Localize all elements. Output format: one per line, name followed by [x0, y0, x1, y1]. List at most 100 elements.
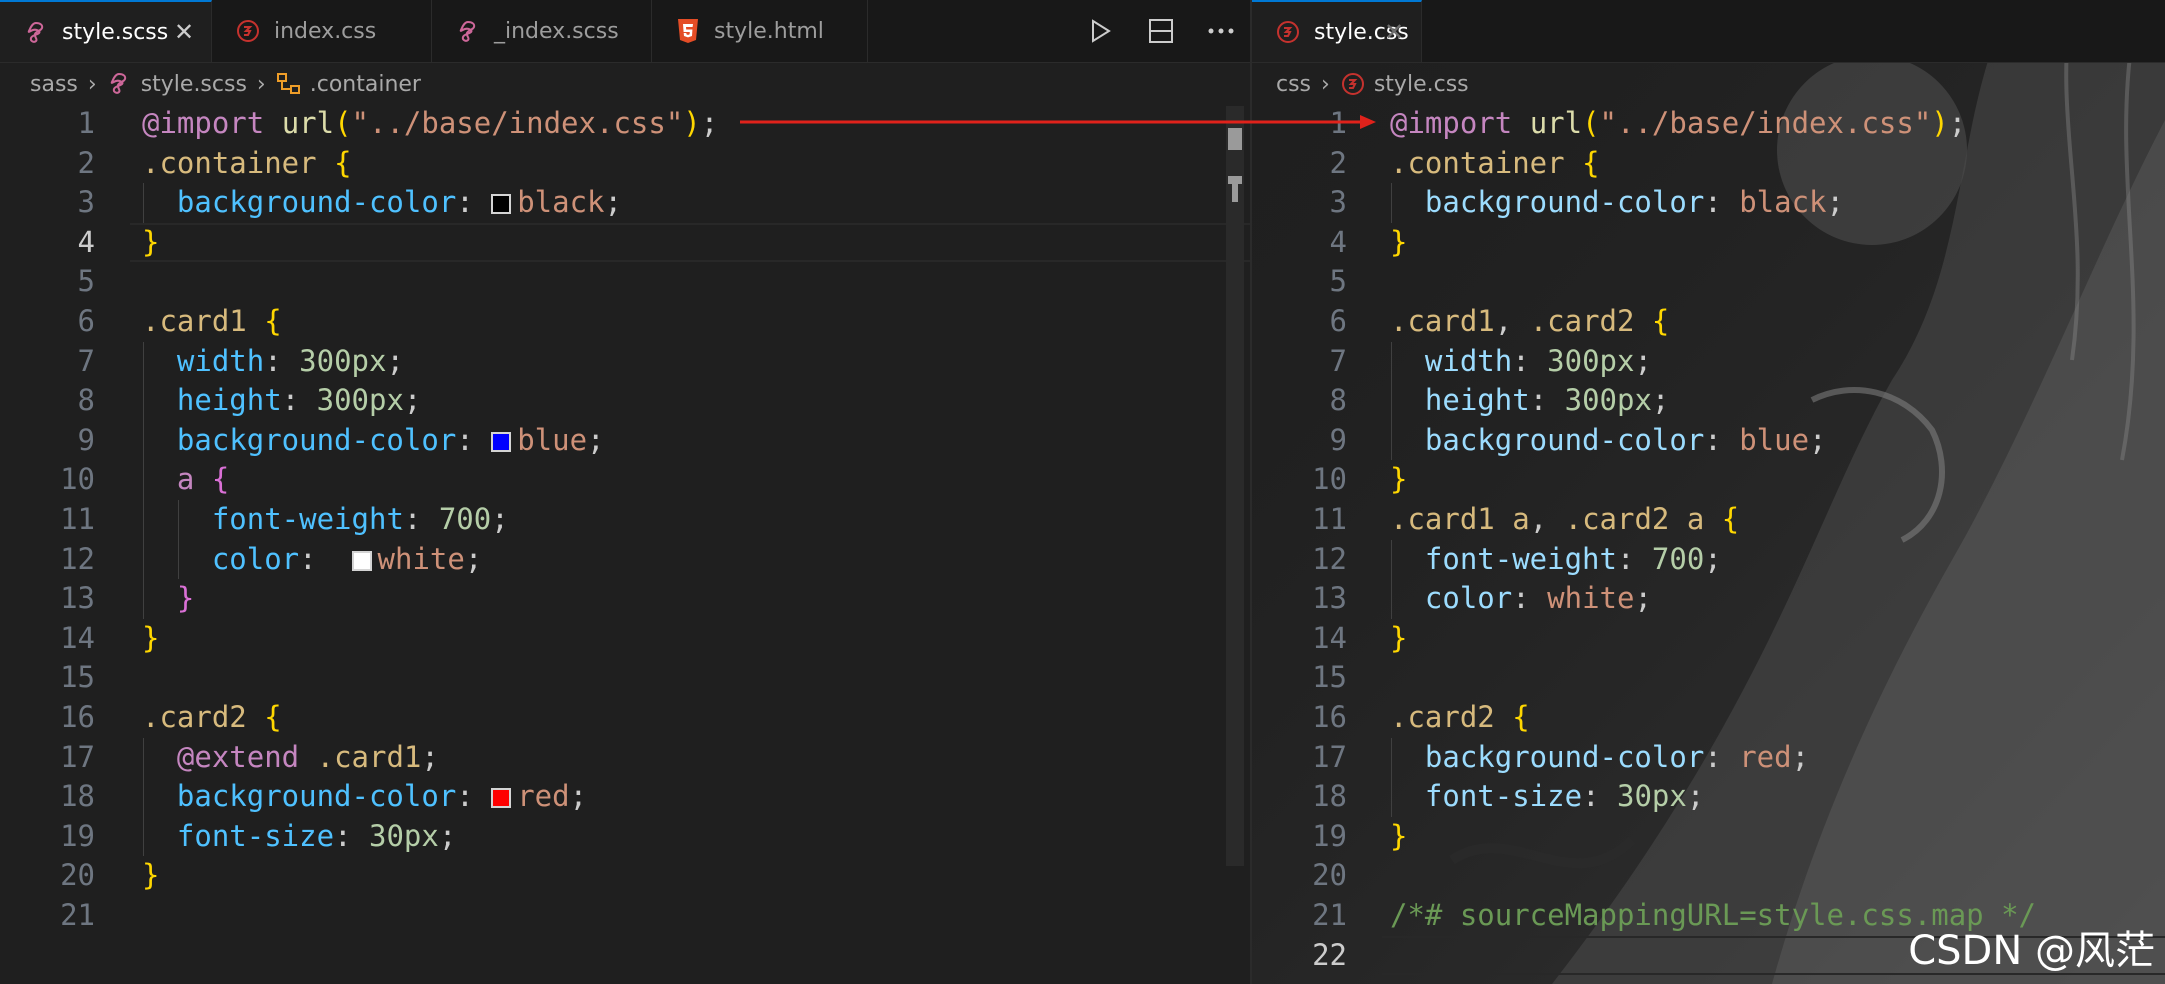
- code-line[interactable]: 10}: [1252, 460, 2165, 500]
- code-token: 30px: [1616, 779, 1687, 814]
- line-number: 4: [1329, 224, 1347, 259]
- breadcrumb-item[interactable]: .container: [310, 72, 421, 97]
- code-line[interactable]: 21: [0, 896, 1250, 936]
- tab-label: index.css: [274, 18, 377, 44]
- code-line[interactable]: 13 }: [0, 579, 1250, 619]
- tab-index-css[interactable]: index.css: [212, 0, 432, 62]
- split-editor-icon[interactable]: [1144, 14, 1178, 48]
- code-text: }: [1390, 460, 1407, 500]
- line-number: 15: [1312, 660, 1347, 695]
- code-line[interactable]: 15: [0, 658, 1250, 698]
- code-line[interactable]: 16 .card2 {: [0, 698, 1250, 738]
- code-line[interactable]: 17 @extend .card1;: [0, 738, 1250, 778]
- color-swatch[interactable]: [351, 550, 372, 571]
- line-number: 9: [77, 422, 95, 457]
- code-line[interactable]: 2 .container {: [0, 144, 1250, 184]
- close-icon[interactable]: ✕: [1381, 19, 1407, 45]
- code-token: :: [1582, 779, 1617, 814]
- code-token: @import: [1390, 106, 1513, 140]
- sass-icon: [22, 18, 50, 46]
- breadcrumb-item[interactable]: style.scss: [141, 72, 247, 97]
- code-token: .card1: [316, 739, 422, 774]
- code-text: background-color: black;: [142, 183, 622, 223]
- code-token: 300px: [1564, 383, 1652, 418]
- code-token: a: [1686, 502, 1705, 536]
- code-text: a {: [142, 460, 229, 500]
- tab-style-html[interactable]: style.html: [652, 0, 868, 62]
- line-number: 18: [60, 779, 95, 814]
- color-swatch[interactable]: [491, 194, 512, 215]
- code-line[interactable]: 17 background-color: red;: [1252, 738, 2165, 778]
- code-token: font-weight: [1424, 541, 1617, 576]
- code-line[interactable]: 4}: [1252, 223, 2165, 263]
- code-editor-scss[interactable]: 1 @import url("../base/index.css"); 2 .cont…: [0, 104, 1250, 984]
- color-swatch[interactable]: [491, 431, 512, 452]
- tab-style-css[interactable]: style.css ✕: [1252, 0, 1422, 62]
- code-line[interactable]: 19}: [1252, 817, 2165, 857]
- code-line[interactable]: 3 background-color: black;: [1252, 183, 2165, 223]
- breadcrumb-item[interactable]: style.css: [1374, 72, 1469, 97]
- line-number: 7: [1329, 343, 1347, 378]
- code-token: red: [517, 779, 570, 814]
- code-token: height: [1424, 383, 1530, 418]
- code-line[interactable]: 14}: [1252, 619, 2165, 659]
- code-token: url: [281, 106, 335, 140]
- code-line[interactable]: 8 height: 300px;: [0, 381, 1250, 421]
- code-token: ;: [1809, 422, 1827, 457]
- tab-index-scss[interactable]: _index.scss: [432, 0, 652, 62]
- code-line[interactable]: 12 font-weight: 700;: [1252, 540, 2165, 580]
- breadcrumb-item[interactable]: sass: [30, 72, 78, 97]
- code-line[interactable]: 5: [1252, 262, 2165, 302]
- scrollbar[interactable]: [1226, 106, 1244, 866]
- code-line[interactable]: 15: [1252, 658, 2165, 698]
- code-line[interactable]: 7 width: 300px;: [0, 342, 1250, 382]
- code-text: background-color: blue;: [142, 421, 605, 461]
- code-line[interactable]: 5: [0, 262, 1250, 302]
- code-editor-css[interactable]: 1@import url("../base/index.css");2 .cont…: [1252, 104, 2165, 984]
- scroll-marker: [1228, 176, 1242, 184]
- color-swatch[interactable]: [491, 788, 512, 809]
- code-line[interactable]: 20: [1252, 856, 2165, 896]
- code-line[interactable]: 9 background-color: blue;: [0, 421, 1250, 461]
- close-icon[interactable]: ✕: [171, 19, 197, 45]
- code-line[interactable]: 16 .card2 {: [1252, 698, 2165, 738]
- code-token: white: [1547, 581, 1635, 616]
- code-line[interactable]: 6 .card1 {: [0, 302, 1250, 342]
- code-line[interactable]: 19 font-size: 30px;: [0, 817, 1250, 857]
- code-line[interactable]: 7 width: 300px;: [1252, 342, 2165, 382]
- code-text: height: 300px;: [1390, 381, 1669, 421]
- breadcrumb-item[interactable]: css: [1276, 72, 1311, 97]
- line-number: 14: [60, 620, 95, 655]
- code-line[interactable]: 12 color: white;: [0, 540, 1250, 580]
- code-line[interactable]: 6 .card1, .card2 {: [1252, 302, 2165, 342]
- tab-style-scss[interactable]: style.scss ✕: [0, 0, 212, 62]
- code-line[interactable]: 18 background-color: red;: [0, 777, 1250, 817]
- code-token: ;: [569, 779, 588, 814]
- code-text: width: 300px;: [142, 342, 404, 382]
- code-line[interactable]: 3 background-color: black;: [0, 183, 1250, 223]
- code-line[interactable]: 1@import url("../base/index.css");: [1252, 104, 2165, 144]
- code-token: :: [456, 779, 492, 814]
- code-line[interactable]: 13 color: white;: [1252, 579, 2165, 619]
- code-line[interactable]: 11 .card1 a, .card2 a {: [1252, 500, 2165, 540]
- run-icon[interactable]: [1084, 14, 1118, 48]
- code-line[interactable]: 10 a {: [0, 460, 1250, 500]
- code-line[interactable]: 9 background-color: blue;: [1252, 421, 2165, 461]
- code-token: ;: [386, 343, 404, 378]
- code-token: background-color: [1424, 739, 1705, 774]
- code-line[interactable]: 4}: [0, 222, 1250, 263]
- code-line[interactable]: 2 .container {: [1252, 144, 2165, 184]
- chevron-right-icon: ›: [87, 71, 97, 97]
- code-line[interactable]: 14}: [0, 619, 1250, 659]
- code-text: color: white;: [1390, 579, 1652, 619]
- code-line[interactable]: 11 font-weight: 700;: [0, 500, 1250, 540]
- more-actions-icon[interactable]: [1204, 14, 1238, 48]
- code-token: white: [377, 541, 465, 576]
- code-token: 300px: [299, 343, 387, 378]
- code-line[interactable]: 8 height: 300px;: [1252, 381, 2165, 421]
- left-editor-group: style.scss ✕ index.css _index.scss style…: [0, 0, 1250, 984]
- code-line[interactable]: 18 font-size: 30px;: [1252, 777, 2165, 817]
- code-line[interactable]: 20}: [0, 856, 1250, 896]
